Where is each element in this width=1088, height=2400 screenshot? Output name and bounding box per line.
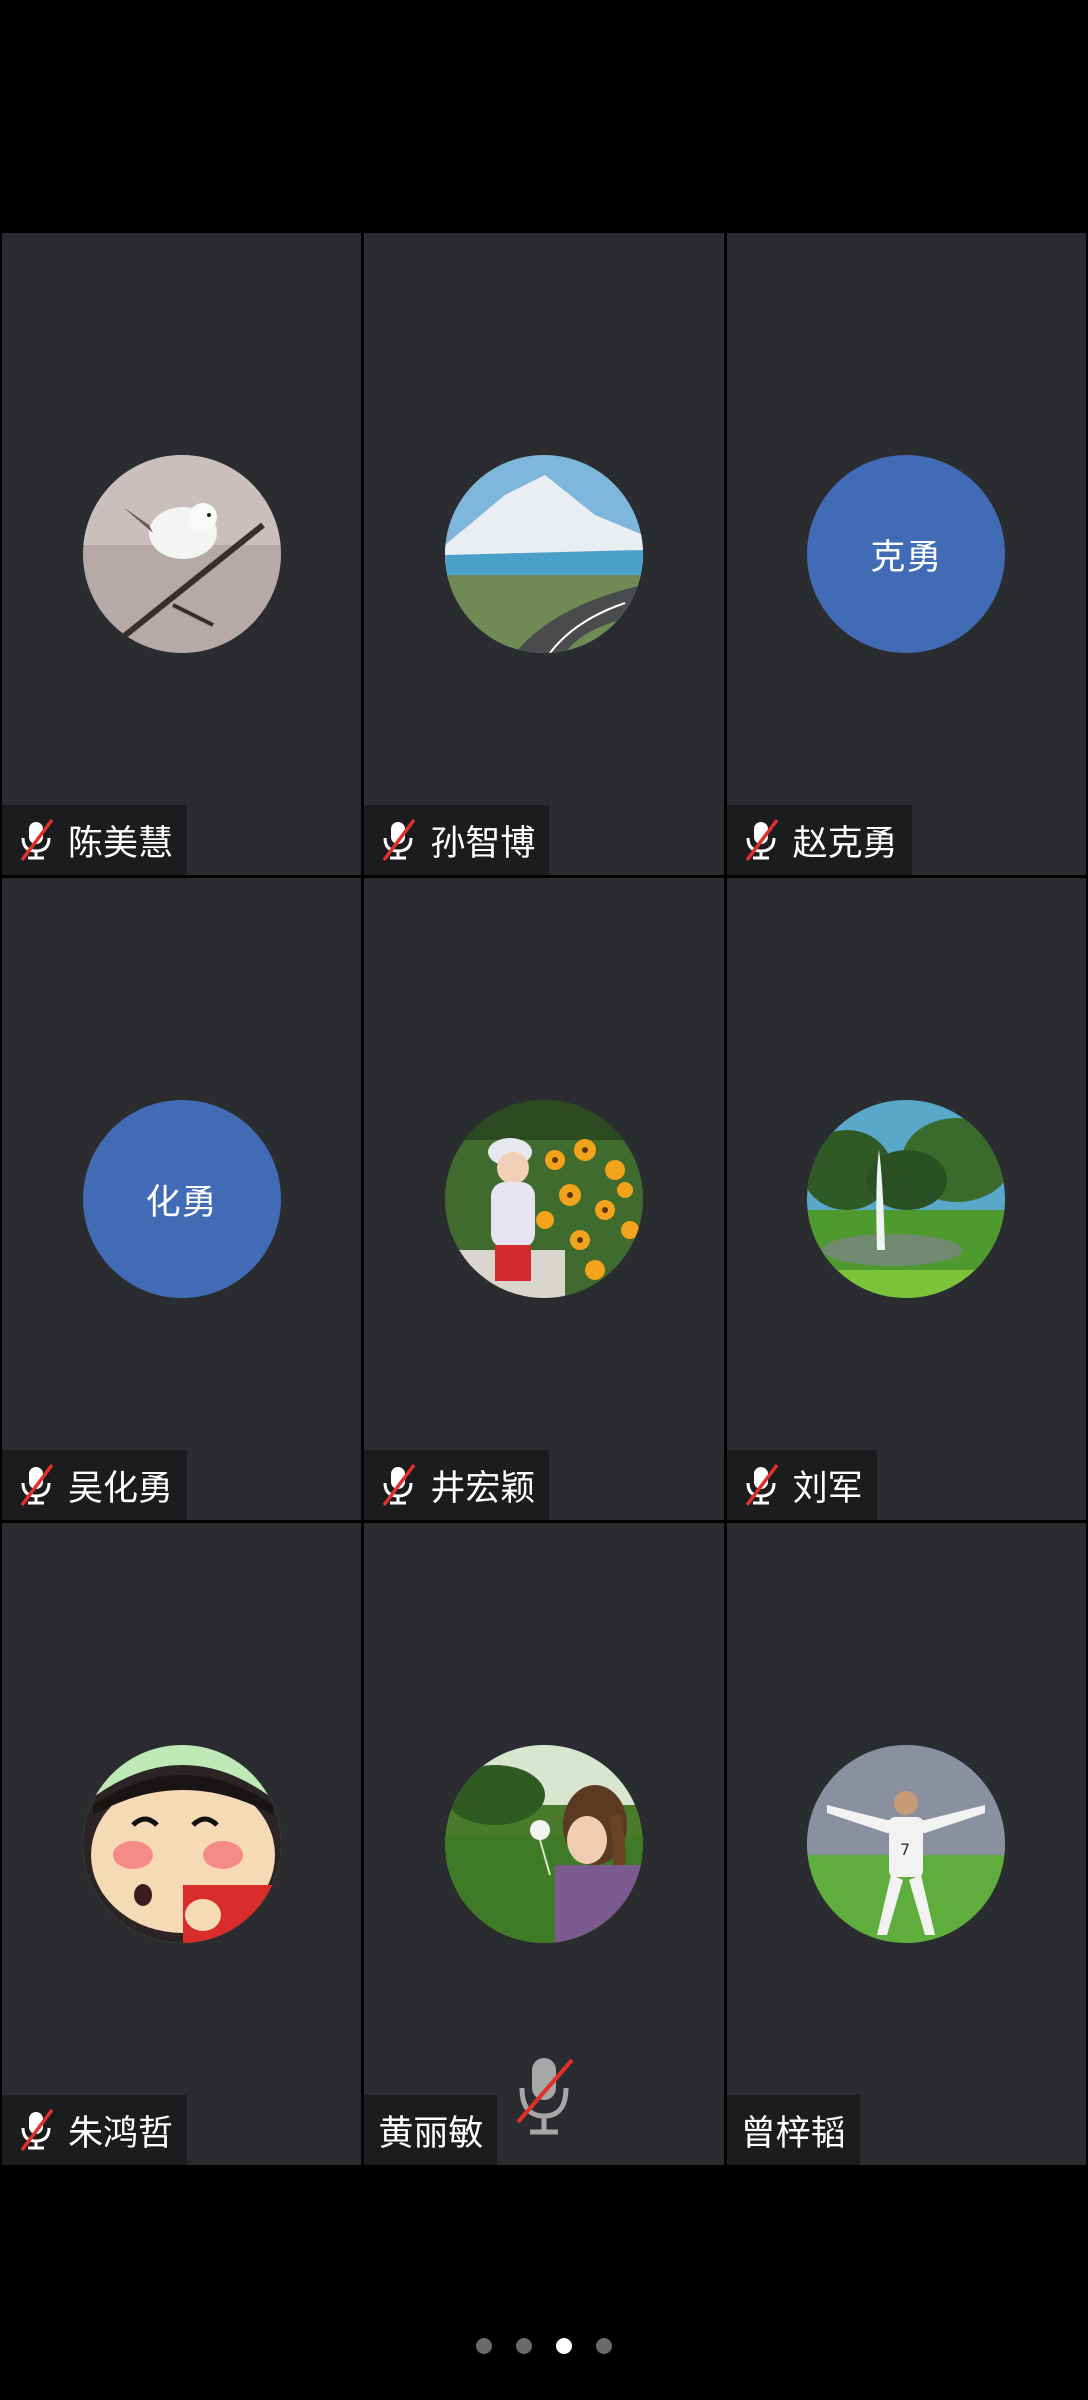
mountain-road-avatar-image: [444, 455, 643, 653]
participant-name: 井宏颖: [430, 1468, 536, 1509]
participant-tile[interactable]: 孙智博: [364, 233, 724, 875]
microphone-muted-icon: [382, 1463, 416, 1507]
avatar: [82, 1745, 281, 1943]
meeting-gallery-view: 陈美慧 孙智博 克勇 赵克勇 化勇 吴化勇 井宏颖 刘军 朱鸿哲 黄丽敏 7 曾…: [0, 0, 1088, 2400]
page-dot-active[interactable]: [556, 2338, 572, 2354]
participant-name: 朱鸿哲: [68, 2113, 174, 2154]
text-avatar: 克勇: [807, 455, 1006, 653]
avatar: [82, 455, 281, 653]
page-indicator[interactable]: [0, 2336, 1088, 2356]
participant-tile[interactable]: 化勇 吴化勇: [2, 878, 362, 1520]
page-dot[interactable]: [596, 2338, 612, 2354]
participant-tile[interactable]: 7 曾梓韬: [726, 1523, 1086, 2165]
name-chip: 陈美慧: [2, 805, 188, 875]
page-dot[interactable]: [476, 2338, 492, 2354]
microphone-muted-icon: [20, 2108, 54, 2152]
microphone-muted-icon: [382, 818, 416, 862]
participant-name: 吴化勇: [68, 1468, 174, 1509]
child-flowers-avatar-image: [444, 1100, 643, 1298]
participant-name: 陈美慧: [68, 823, 174, 864]
avatar: [807, 1100, 1006, 1298]
bird-avatar-image: [82, 455, 281, 653]
microphone-muted-icon: [745, 1463, 779, 1507]
cartoon-boy-avatar-image: [82, 1745, 281, 1943]
name-chip: 曾梓韬: [726, 2095, 860, 2165]
microphone-muted-icon: [20, 1463, 54, 1507]
fountain-park-avatar-image: [807, 1100, 1006, 1298]
participant-tile[interactable]: 陈美慧: [2, 233, 362, 875]
participant-tile[interactable]: 克勇 赵克勇: [726, 233, 1086, 875]
name-chip: 刘军: [726, 1450, 877, 1520]
participant-tile[interactable]: 井宏颖: [364, 878, 724, 1520]
microphone-muted-icon[interactable]: [514, 2052, 574, 2142]
name-chip: 朱鸿哲: [2, 2095, 188, 2165]
participant-name: 黄丽敏: [378, 2113, 484, 2154]
svg-text:7: 7: [900, 1840, 910, 1859]
girl-dandelion-avatar-image: [444, 1745, 643, 1943]
name-chip: 孙智博: [364, 805, 550, 875]
name-chip: 井宏颖: [364, 1450, 550, 1520]
footballer-avatar-image: 7: [807, 1745, 1006, 1943]
participant-name: 赵克勇: [792, 823, 898, 864]
participant-tile[interactable]: 朱鸿哲: [2, 1523, 362, 2165]
microphone-muted-icon: [745, 818, 779, 862]
participant-name: 孙智博: [430, 823, 536, 864]
avatar: [444, 1745, 643, 1943]
name-chip: 黄丽敏: [364, 2095, 498, 2165]
avatar: [444, 455, 643, 653]
participant-grid: 陈美慧 孙智博 克勇 赵克勇 化勇 吴化勇 井宏颖 刘军 朱鸿哲 黄丽敏 7 曾…: [0, 233, 1088, 2165]
participant-name: 曾梓韬: [740, 2113, 846, 2154]
microphone-muted-icon: [20, 818, 54, 862]
name-chip: 吴化勇: [2, 1450, 188, 1520]
name-chip: 赵克勇: [726, 805, 912, 875]
page-dot[interactable]: [516, 2338, 532, 2354]
participant-name: 刘军: [792, 1468, 863, 1509]
text-avatar: 化勇: [82, 1100, 281, 1298]
avatar: [444, 1100, 643, 1298]
avatar: 7: [807, 1745, 1006, 1943]
participant-tile[interactable]: 刘军: [726, 878, 1086, 1520]
